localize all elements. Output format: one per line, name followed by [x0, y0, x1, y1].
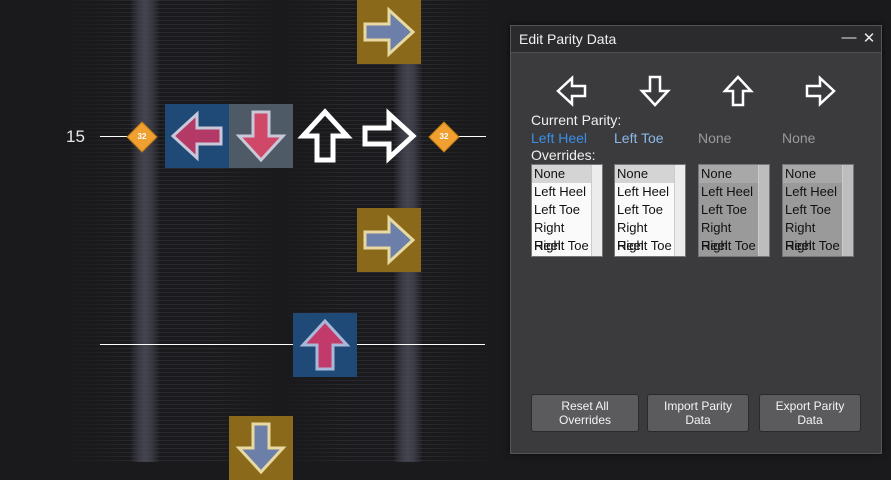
list-item[interactable]: None — [615, 165, 675, 183]
receptor-up-arrow — [293, 104, 357, 168]
down-arrow-icon — [235, 422, 287, 475]
list-item[interactable]: Right Toe — [615, 237, 675, 255]
scrollbar[interactable] — [674, 165, 685, 256]
right-arrow-icon — [362, 108, 417, 164]
right-arrow-icon — [363, 214, 416, 266]
edit-parity-panel: Edit Parity Data — ✕ Current Parity: Lef… — [510, 25, 882, 454]
list-item[interactable]: Left Toe — [615, 201, 675, 219]
list-item[interactable]: Right Heel — [532, 219, 592, 253]
override-select-right: None Left Heel Left Toe Right Heel Right… — [782, 164, 854, 257]
parity-value-up: None — [698, 130, 732, 146]
panel-header[interactable]: Edit Parity Data — ✕ — [511, 26, 881, 53]
button-label-line: Reset All — [561, 399, 609, 413]
import-parity-data-button[interactable]: Import Parity Data — [647, 394, 749, 432]
note-left-arrow-selected[interactable] — [165, 104, 229, 168]
scrollbar[interactable] — [591, 165, 602, 256]
down-arrow-icon — [235, 110, 287, 163]
list-item: Left Heel — [785, 184, 838, 199]
button-label-line: Export Parity — [775, 399, 845, 413]
list-item: Left Heel — [701, 184, 754, 199]
overrides-label: Overrides: — [531, 147, 596, 163]
current-parity-label: Current Parity: — [531, 112, 622, 128]
parity-value-down: Left Toe — [614, 130, 664, 146]
close-icon[interactable]: ✕ — [861, 29, 877, 47]
minimize-icon[interactable]: — — [841, 29, 857, 46]
right-arrow-icon — [803, 74, 837, 108]
list-item[interactable]: Right Toe — [532, 237, 592, 255]
measure-number: 15 — [66, 127, 85, 146]
down-arrow-icon — [638, 74, 672, 108]
up-arrow-icon — [297, 108, 353, 163]
note-up-arrow[interactable] — [293, 313, 357, 377]
override-select-up: None Left Heel Left Toe Right Heel Right… — [698, 164, 770, 257]
panel-title: Edit Parity Data — [519, 31, 617, 47]
waveform-texture — [60, 0, 500, 462]
list-item: Left Toe — [785, 202, 832, 217]
button-label-line: Import Parity — [663, 399, 732, 413]
right-arrow-icon — [363, 6, 416, 58]
button-label-line: Data — [797, 413, 823, 427]
list-item: Right Toe — [701, 238, 756, 253]
receptor-right-arrow — [357, 104, 421, 168]
list-item[interactable]: Left Heel — [615, 183, 675, 201]
button-label-line: Data — [685, 413, 711, 427]
left-arrow-icon — [555, 74, 589, 108]
scrollbar — [842, 165, 853, 256]
snap-label: 32 — [439, 132, 449, 141]
list-item: None — [699, 165, 759, 183]
left-arrow-icon — [170, 110, 223, 162]
list-item: None — [783, 165, 843, 183]
override-select-left[interactable]: None Left Heel Left Toe Right Heel Right… — [531, 164, 603, 257]
up-arrow-icon — [299, 318, 351, 371]
list-item[interactable]: Left Heel — [532, 183, 592, 201]
list-item: Right Heel — [785, 220, 816, 253]
list-item[interactable]: Right Heel — [615, 219, 675, 253]
list-item: Right Heel — [701, 220, 732, 253]
list-item[interactable]: Left Toe — [532, 201, 592, 219]
note-right-arrow[interactable] — [357, 0, 421, 64]
reset-all-overrides-button[interactable]: Reset All Overrides — [531, 394, 639, 432]
parity-value-left: Left Heel — [531, 130, 588, 146]
override-select-down[interactable]: None Left Heel Left Toe Right Heel Right… — [614, 164, 686, 257]
note-down-arrow[interactable] — [229, 416, 293, 480]
snap-label: 32 — [137, 132, 147, 141]
list-item[interactable]: None — [532, 165, 592, 183]
list-item: Left Toe — [701, 202, 748, 217]
up-arrow-icon — [721, 74, 755, 108]
list-item: Right Toe — [785, 238, 840, 253]
button-label-line: Overrides — [558, 413, 611, 427]
note-right-arrow[interactable] — [357, 208, 421, 272]
export-parity-data-button[interactable]: Export Parity Data — [759, 394, 861, 432]
note-down-arrow-selected[interactable] — [229, 104, 293, 168]
scrollbar — [758, 165, 769, 256]
parity-value-right: None — [782, 130, 816, 146]
